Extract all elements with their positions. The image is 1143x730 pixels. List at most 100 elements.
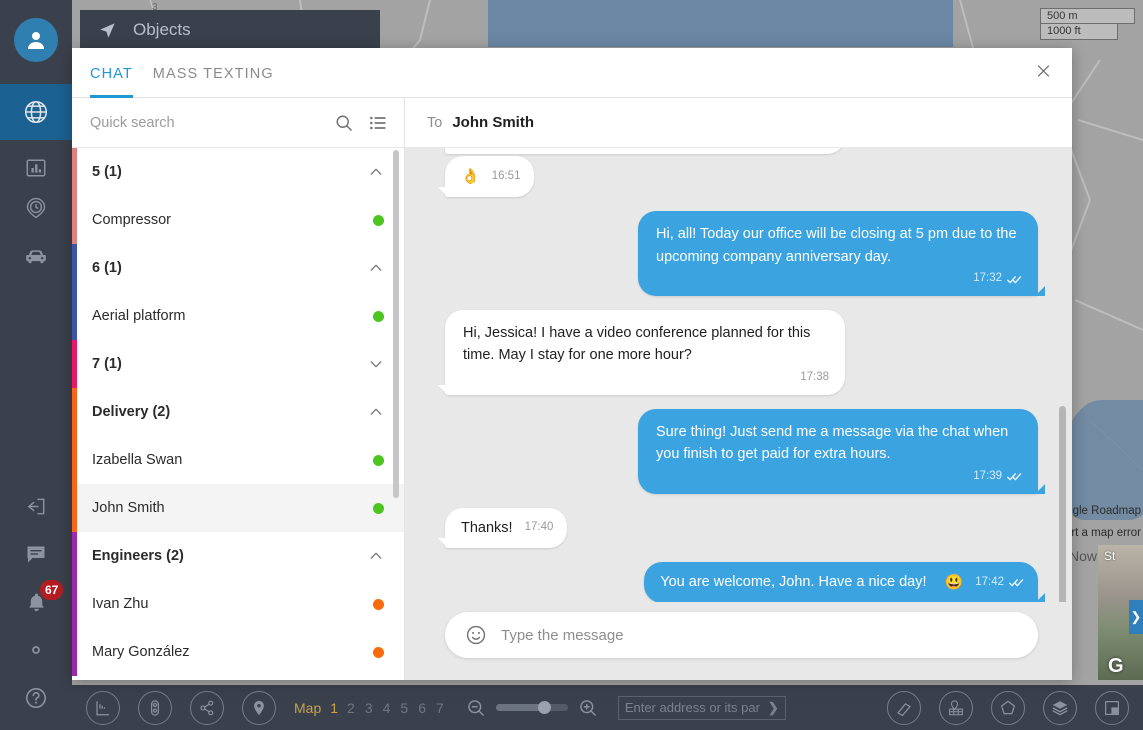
chat-group-header-7-1[interactable]: 7 (1) [72, 340, 404, 388]
chat-name: Izabella Swan [92, 452, 183, 468]
tab-chat[interactable]: CHAT [90, 48, 133, 98]
chat-name: John Smith [92, 500, 165, 516]
chat-list-scrollbar[interactable] [393, 150, 399, 498]
chat-list-item-izabella-swan[interactable]: Izabella Swan [72, 436, 404, 484]
message-row: 👌 16:51 [437, 156, 1038, 198]
street-view-expand-arrow[interactable]: ❯ [1129, 600, 1143, 634]
chat-list-item-mary-gonz-lez[interactable]: Mary González [72, 628, 404, 676]
layers-icon[interactable] [1043, 690, 1077, 725]
chevron-down-icon[interactable] [368, 356, 384, 372]
sidebar-item-help[interactable] [0, 670, 72, 726]
chat-list-item-ivan-zhu[interactable]: Ivan Zhu [72, 580, 404, 628]
chat-list-item-aerial-platform[interactable]: Aerial platform [72, 292, 404, 340]
outgoing-message-bubble[interactable]: Hi, all! Today our office will be closin… [638, 211, 1045, 296]
address-search-box[interactable]: Enter address or its par ❯ [617, 695, 786, 720]
gear-icon [32, 646, 40, 654]
report-map-error-link[interactable]: ort a map error [1065, 522, 1143, 544]
user-avatar-icon [28, 32, 44, 49]
map-number-7[interactable]: 7 [436, 700, 444, 716]
chat-list-item-compressor[interactable]: Compressor [72, 196, 404, 244]
address-placeholder: Enter address or its par [624, 700, 760, 715]
chevron-up-icon[interactable] [368, 548, 384, 564]
chat-group-header-5-1[interactable]: 5 (1) [72, 148, 404, 196]
zoom-slider-handle[interactable] [537, 701, 551, 714]
read-receipt-icon [1007, 274, 1022, 285]
google-logo: G [1108, 655, 1124, 677]
sidebar-item-vehicles[interactable] [0, 229, 72, 285]
search-icon[interactable] [334, 113, 354, 133]
zoom-in-icon[interactable] [578, 698, 598, 718]
message-text: Hi, all! Today our office will be closin… [656, 226, 1017, 265]
map-number-6[interactable]: 6 [418, 700, 426, 716]
chat-group-header-6-1[interactable]: 6 (1) [72, 244, 404, 292]
message-input[interactable] [501, 626, 1018, 644]
group-label: 5 (1) [92, 164, 122, 180]
quick-search-row [72, 98, 404, 148]
group-label: Engineers (2) [92, 548, 184, 564]
objects-panel-tab[interactable]: Objects [80, 10, 380, 50]
message-time: 17:39 [973, 469, 1002, 482]
chevron-up-icon[interactable] [368, 404, 384, 420]
tab-mass-texting[interactable]: MASS TEXTING [153, 48, 274, 98]
zoom-out-icon[interactable] [466, 698, 486, 718]
message-row: Hi, Jessica! I have a video conference p… [438, 310, 1038, 395]
message-list-scrollbar[interactable] [1059, 406, 1066, 602]
chat-list-item-john-smith[interactable]: John Smith [72, 484, 404, 532]
message-text: Hi, Jessica! I have a video conference p… [463, 325, 811, 364]
message-composer[interactable] [445, 612, 1038, 658]
ruler-icon[interactable] [86, 690, 120, 725]
scale-imperial: 1000 ft [1040, 24, 1118, 40]
chat-name: Ivan Zhu [92, 596, 149, 612]
incoming-message-bubble[interactable]: Hi, Jessica! I have a video conference p… [438, 310, 845, 395]
read-receipt-icon [1009, 577, 1024, 588]
map-label: Map [294, 699, 322, 716]
incoming-message-bubble[interactable]: 👌 16:51 [437, 156, 535, 198]
map-number-1[interactable]: 1 [330, 700, 338, 716]
traffic-light-icon[interactable] [138, 690, 172, 725]
bar-chart-icon [26, 159, 46, 177]
zoom-slider[interactable] [495, 701, 568, 714]
message-row: You are welcome, John. Have a nice day! 😃… [445, 561, 1045, 602]
panel-body: 5 (1) Compressor 6 (1) Aerial platform 7 (1)… [72, 98, 1072, 680]
list-view-icon[interactable] [368, 113, 388, 133]
map-number-3[interactable]: 3 [365, 700, 373, 716]
geofence-icon[interactable] [939, 690, 973, 725]
chat-list[interactable]: 5 (1) Compressor 6 (1) Aerial platform 7 (1)… [72, 148, 404, 680]
clock-location-icon [26, 197, 46, 219]
outgoing-message-bubble[interactable]: Sure thing! Just send me a message via t… [638, 408, 1045, 494]
group-color-bar [72, 148, 77, 196]
outgoing-message-bubble[interactable]: You are welcome, John. Have a nice day! 😃… [644, 561, 1045, 602]
panel-toggle-icon[interactable] [1095, 690, 1129, 725]
group-color-bar [72, 532, 77, 580]
search-input[interactable] [90, 114, 320, 131]
map-number-2[interactable]: 2 [347, 700, 355, 716]
recipient-name: John Smith [452, 114, 534, 131]
message-list[interactable]: 👌 16:51 Hi, all! Today our office will be … [405, 148, 1072, 602]
close-icon[interactable] [1035, 62, 1052, 83]
map-attribution: gle Roadmap ort a map error [1065, 500, 1143, 544]
message-time: 17:32 [973, 272, 1002, 285]
map-number-5[interactable]: 5 [400, 700, 408, 716]
polygon-icon[interactable] [991, 690, 1025, 725]
sidebar-item-monitoring[interactable] [0, 84, 72, 140]
map-water-body [488, 0, 953, 47]
group-color-bar [72, 196, 77, 244]
message-row: Thanks! 17:40 [437, 507, 1038, 549]
smiley-face-icon[interactable] [465, 624, 487, 646]
message-text: Thanks! [461, 519, 513, 536]
share-icon[interactable] [190, 690, 224, 725]
eraser-icon[interactable] [887, 690, 921, 725]
message-text: Sure thing! Just send me a message via t… [656, 423, 1009, 463]
incoming-message-bubble[interactable]: Thanks! 17:40 [437, 507, 568, 549]
address-submit-icon[interactable]: ❯ [768, 700, 779, 716]
message-time: 17:38 [800, 370, 829, 383]
map-number-4[interactable]: 4 [383, 700, 391, 716]
chat-group-header-engineers-2[interactable]: Engineers (2) [72, 532, 404, 580]
chat-group-header-delivery-2[interactable]: Delivery (2) [72, 388, 404, 436]
map-pin-icon[interactable] [242, 690, 276, 725]
user-avatar[interactable] [14, 18, 58, 62]
chevron-up-icon[interactable] [368, 164, 384, 180]
chevron-up-icon[interactable] [368, 260, 384, 276]
objects-tab-label: Objects [133, 20, 191, 39]
sidebar-item-history[interactable] [0, 180, 72, 236]
